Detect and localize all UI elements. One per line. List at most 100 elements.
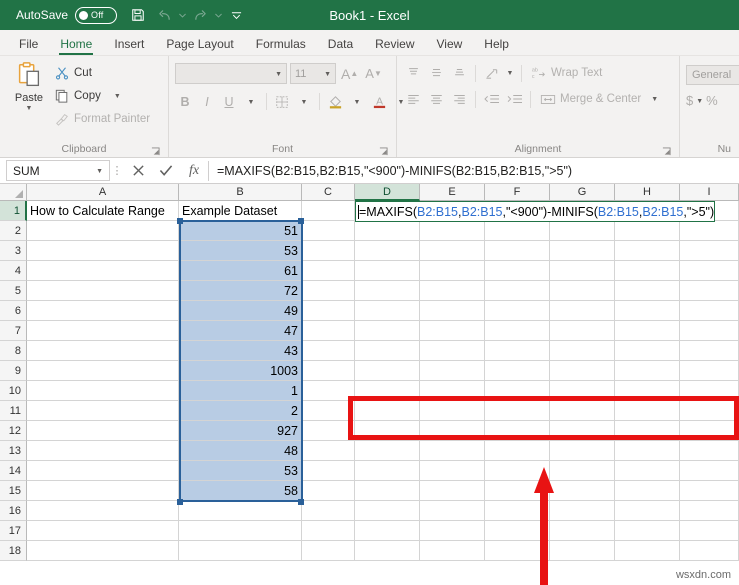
grid-cell[interactable] (420, 541, 485, 561)
grid-cell[interactable] (27, 501, 179, 521)
grid-cell[interactable] (420, 241, 485, 261)
grid-cell[interactable] (485, 321, 550, 341)
cell-b4[interactable]: 61 (179, 261, 302, 281)
grid-cell[interactable] (550, 241, 615, 261)
grid-cell[interactable] (27, 401, 179, 421)
autosave-toggle[interactable]: Off (75, 7, 117, 24)
grid-cell[interactable] (355, 421, 420, 441)
font-name-select[interactable]: ▼ (175, 63, 287, 84)
merge-center-button[interactable]: Merge & Center ▼ (536, 92, 658, 107)
underline-dropdown-icon[interactable]: ▼ (241, 91, 261, 112)
grid-cell[interactable] (680, 421, 739, 441)
align-top-button[interactable] (403, 63, 424, 83)
cell-b13[interactable]: 48 (179, 441, 302, 461)
align-center-button[interactable] (426, 89, 447, 109)
tab-file[interactable]: File (8, 34, 49, 55)
grid-cell[interactable] (27, 261, 179, 281)
grid-cell[interactable] (420, 301, 485, 321)
grid-cell[interactable] (302, 281, 355, 301)
grid-cell[interactable] (355, 441, 420, 461)
cell-b14[interactable]: 53 (179, 461, 302, 481)
grid-cell[interactable] (485, 421, 550, 441)
undo-icon[interactable] (151, 2, 177, 28)
fx-icon[interactable]: fx (180, 160, 208, 182)
grid-cell[interactable] (680, 501, 739, 521)
column-header-b[interactable]: B (179, 184, 302, 201)
grid-cell[interactable] (179, 521, 302, 541)
grid-cell[interactable] (615, 261, 680, 281)
borders-button[interactable] (272, 91, 292, 112)
tab-data[interactable]: Data (317, 34, 364, 55)
grid-cell[interactable] (355, 361, 420, 381)
cell-b11[interactable]: 2 (179, 401, 302, 421)
grid-cell[interactable] (27, 381, 179, 401)
tab-formulas[interactable]: Formulas (245, 34, 317, 55)
cell-b7[interactable]: 47 (179, 321, 302, 341)
bold-button[interactable]: B (175, 91, 195, 112)
grid-cell[interactable] (302, 201, 355, 221)
grid-cell[interactable] (355, 461, 420, 481)
fill-color-dropdown-icon[interactable]: ▼ (347, 91, 367, 112)
enter-icon[interactable] (152, 160, 180, 182)
paste-dropdown-icon[interactable]: ▼ (26, 105, 33, 112)
grid-cell[interactable] (302, 401, 355, 421)
grid-cell[interactable] (420, 481, 485, 501)
grid-cell[interactable] (485, 301, 550, 321)
grid-cell[interactable] (615, 281, 680, 301)
grid-cell[interactable] (302, 481, 355, 501)
row-header-14[interactable]: 14 (0, 461, 27, 481)
column-header-e[interactable]: E (420, 184, 485, 201)
grid-cell[interactable] (302, 241, 355, 261)
grid-cell[interactable] (550, 461, 615, 481)
clipboard-dialog-launcher-icon[interactable] (151, 147, 160, 156)
grid-cell[interactable] (550, 301, 615, 321)
fill-color-button[interactable] (325, 91, 345, 112)
grid-cell[interactable] (550, 341, 615, 361)
grid-cell[interactable] (355, 221, 420, 241)
grid-cell[interactable] (355, 401, 420, 421)
grid-cell[interactable] (615, 481, 680, 501)
undo-dropdown-icon[interactable] (177, 2, 187, 28)
row-header-18[interactable]: 18 (0, 541, 27, 561)
grid-cell[interactable] (302, 221, 355, 241)
grid-cell[interactable] (302, 341, 355, 361)
grid-cell[interactable] (420, 321, 485, 341)
grid-cell[interactable] (550, 261, 615, 281)
grid-cell[interactable] (615, 221, 680, 241)
column-header-h[interactable]: H (615, 184, 680, 201)
cell-b6[interactable]: 49 (179, 301, 302, 321)
grid-cell[interactable] (615, 521, 680, 541)
name-box[interactable]: SUM ▼ (6, 160, 110, 181)
grid-cell[interactable] (485, 281, 550, 301)
grid-cell[interactable] (485, 361, 550, 381)
grid-cell[interactable] (27, 421, 179, 441)
grid-cell[interactable] (680, 361, 739, 381)
grid-cell[interactable] (302, 501, 355, 521)
column-header-c[interactable]: C (302, 184, 355, 201)
grid-cell[interactable] (27, 341, 179, 361)
row-header-2[interactable]: 2 (0, 221, 27, 241)
grid-cell[interactable] (550, 541, 615, 561)
cell-b10[interactable]: 1 (179, 381, 302, 401)
grid-cell[interactable] (485, 441, 550, 461)
grid-cell[interactable] (550, 221, 615, 241)
grid-cell[interactable] (615, 401, 680, 421)
row-header-1[interactable]: 1 (0, 201, 27, 221)
grid-cell[interactable] (355, 341, 420, 361)
grid-cell[interactable] (420, 441, 485, 461)
row-header-11[interactable]: 11 (0, 401, 27, 421)
grid-cell[interactable] (680, 241, 739, 261)
cancel-icon[interactable] (124, 160, 152, 182)
column-header-f[interactable]: F (485, 184, 550, 201)
number-format-select[interactable]: General (686, 65, 739, 85)
grid-cell[interactable] (302, 421, 355, 441)
alignment-dialog-launcher-icon[interactable] (662, 147, 671, 156)
copy-dropdown-icon[interactable]: ▼ (114, 93, 121, 100)
tab-home[interactable]: Home (49, 34, 103, 55)
align-middle-button[interactable] (426, 63, 447, 83)
grid-cell[interactable] (420, 281, 485, 301)
row-header-7[interactable]: 7 (0, 321, 27, 341)
grid-cell[interactable] (302, 541, 355, 561)
grid-cell[interactable] (302, 321, 355, 341)
currency-button[interactable]: $ (686, 93, 693, 108)
